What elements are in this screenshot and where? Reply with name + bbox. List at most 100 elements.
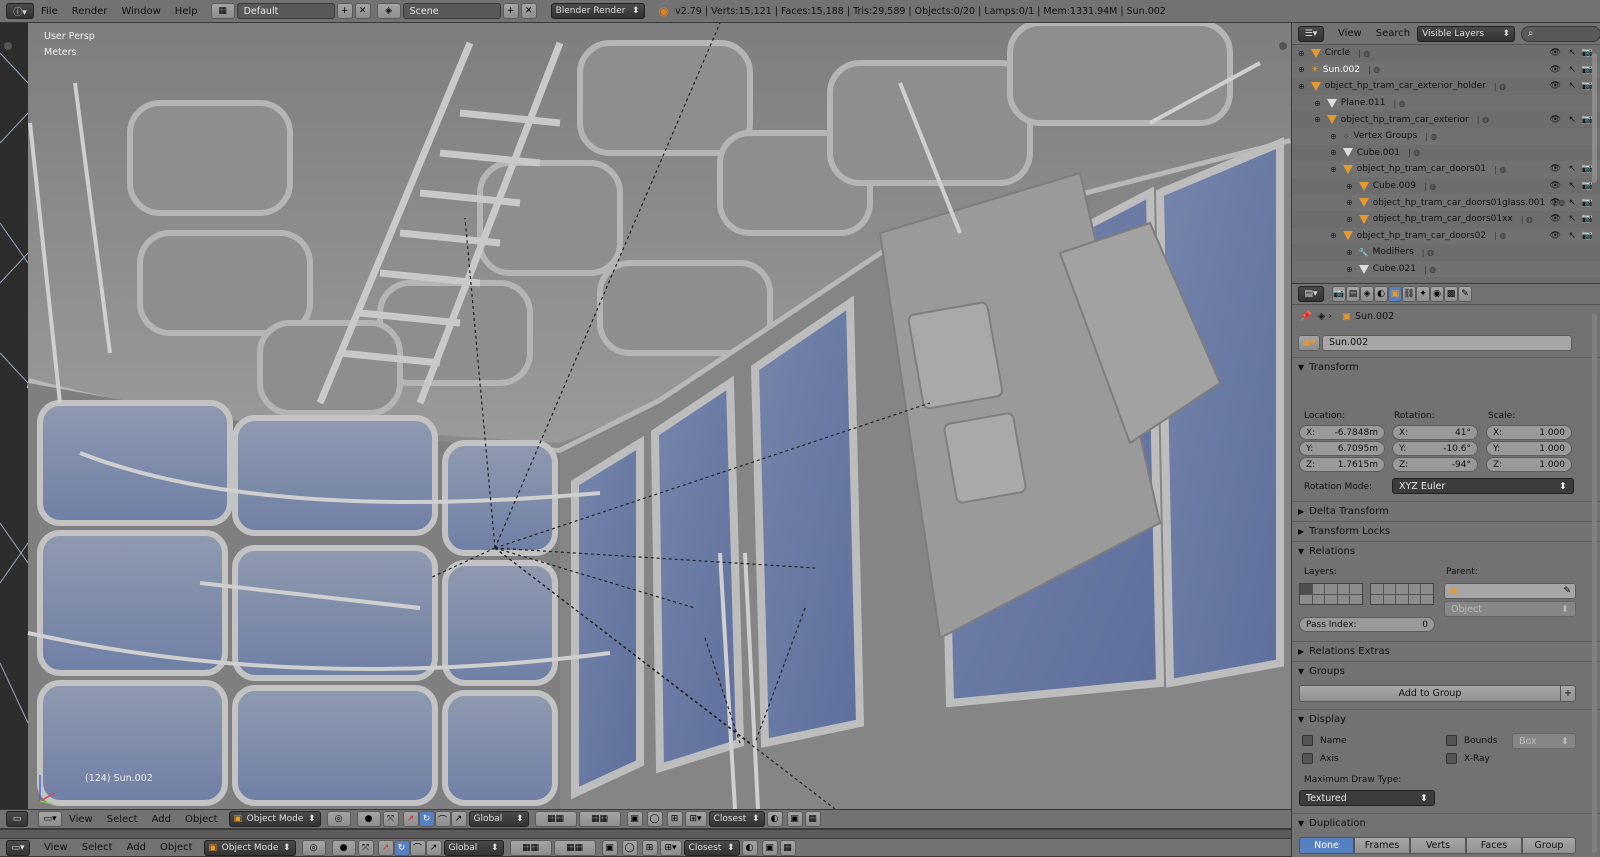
outliner-row[interactable]: ⊕ object_hp_tram_car_doors02 | ◍ 👁 ↖ 📷 — [1292, 227, 1600, 245]
material-tab-icon[interactable]: ◉ — [1430, 286, 1444, 302]
eye-icon[interactable]: 👁 — [1550, 164, 1561, 174]
scene-tab-icon[interactable]: ◈ — [1360, 286, 1374, 302]
world-tab-icon[interactable]: ◐ — [1374, 286, 1388, 302]
outliner-row[interactable]: ⊕ object_hp_tram_car_exterior_holder | ◍ 👁… — [1292, 78, 1600, 95]
rotation-y-field[interactable]: Y: -10.6° — [1392, 441, 1478, 456]
3d-viewport[interactable]: User Persp Meters (124) Sun.002 — [0, 23, 1291, 809]
bounds-type-select[interactable]: Box ⬍ — [1512, 733, 1576, 749]
outliner-row[interactable]: ⊕ Cube.009 | ◍ 👁 ↖ 📷 — [1292, 178, 1600, 195]
outliner-row[interactable]: ⊕ Cube.021 | ◍ — [1292, 260, 1600, 278]
camera-icon[interactable]: 📷 — [1582, 231, 1593, 241]
bottom-menu-add[interactable]: Add — [127, 842, 146, 853]
outliner-row[interactable]: ⊕ object_hp_tram_car_exterior | ◍ 👁 ↖ 📷 — [1292, 111, 1600, 128]
render-engine-select[interactable]: Blender Render ⬍ — [550, 3, 645, 19]
expand-toggle-icon[interactable]: ⊕ — [1314, 99, 1321, 108]
outliner-menu-view[interactable]: View — [1338, 28, 1362, 39]
eye-icon[interactable]: 👁 — [1550, 115, 1561, 125]
expand-toggle-icon[interactable]: ⊕ — [1330, 148, 1337, 157]
outliner-row[interactable]: ⊕ Plane.011 | ◍ — [1292, 94, 1600, 112]
location-z-field[interactable]: Z: 1.7615m — [1299, 457, 1385, 472]
rotate-manipulator[interactable]: ↻ — [418, 811, 435, 827]
outliner-row[interactable]: ⊕ ☀ Sun.002 | ◍ 👁 ↖ 📷 — [1292, 61, 1600, 79]
dupli-tab-group[interactable]: Group — [1522, 837, 1576, 854]
camera-icon[interactable]: 📷 — [1582, 214, 1593, 224]
bounds-checkbox[interactable] — [1446, 735, 1457, 746]
cursor-icon[interactable]: ↖ — [1568, 231, 1576, 241]
bottom-snap-target-select[interactable]: Closest ⬍ — [683, 839, 740, 856]
parent-type-select[interactable]: Object ⬍ — [1444, 601, 1576, 617]
outliner-row[interactable]: ⊕ 🔧 Modifiers | ◍ — [1292, 244, 1600, 261]
render-preview-button[interactable]: ▣ — [786, 811, 803, 827]
header-menu-select[interactable]: Select — [107, 814, 138, 825]
bottom-translate-manipulator[interactable]: ↗ — [377, 839, 394, 856]
bottom-menu-view[interactable]: View — [44, 842, 68, 853]
camera-icon[interactable]: 📷 — [1582, 181, 1593, 191]
bottom-orientation-extra[interactable]: ↗ — [425, 839, 442, 856]
shading-button[interactable]: ● — [356, 811, 381, 827]
expand-toggle-icon[interactable]: ⊕ — [1298, 82, 1305, 91]
bottom-shading-button[interactable]: ● — [331, 839, 356, 856]
properties-scrollbar[interactable] — [1592, 313, 1597, 853]
render-layers-tab-icon[interactable]: ▤ — [1346, 286, 1360, 302]
axis-checkbox[interactable] — [1302, 753, 1313, 764]
layers-grid-b[interactable]: ▦▦ — [578, 811, 621, 827]
outliner-row[interactable]: ⊕ object_hp_tram_car_doors01 | ◍ 👁 ↖ 📷 — [1292, 161, 1600, 178]
render-tab-icon[interactable]: 📷 — [1332, 286, 1346, 302]
add-group-plus-button[interactable]: + — [1560, 685, 1576, 702]
render-anim-button[interactable]: ▦ — [804, 811, 821, 827]
object-tab-icon[interactable]: ▣ — [1388, 286, 1402, 302]
snap-target-select[interactable]: Closest ⬍ — [708, 811, 765, 827]
rotation-z-field[interactable]: Z: -94° — [1392, 457, 1478, 472]
bottom-snap-toggle-button[interactable]: ⊞ — [641, 839, 658, 856]
pivot-button[interactable]: ◎ — [326, 811, 351, 827]
rotation-x-field[interactable]: X: 41° — [1392, 425, 1478, 440]
add-to-group-button[interactable]: Add to Group — [1299, 685, 1561, 702]
outliner-row[interactable]: ⊕ Circle | ◍ 👁 ↖ 📷 — [1292, 45, 1600, 62]
bottom-layers-grid-a[interactable]: ▦▦ — [509, 839, 552, 856]
cursor-icon[interactable]: ↖ — [1568, 115, 1576, 125]
bottom-render-preview-button[interactable]: ▣ — [761, 839, 778, 856]
rotation-mode-select[interactable]: XYZ Euler ⬍ — [1392, 478, 1574, 494]
object-name-field[interactable]: Sun.002 — [1322, 335, 1572, 351]
scene-selector-button[interactable]: ◈ — [376, 3, 401, 19]
object-datablock-button[interactable]: ▣▾ — [1298, 335, 1320, 351]
remove-layout-button[interactable]: ✕ — [354, 3, 371, 19]
cursor-icon[interactable]: ↖ — [1568, 214, 1576, 224]
texture-tab-icon[interactable]: ▩ — [1444, 286, 1458, 302]
outliner-row[interactable]: ⊕ object_hp_tram_car_doors01xx | ◍ 👁 ↖ 📷 — [1292, 211, 1600, 228]
view-menu-collapse-button[interactable]: ▭▾ — [38, 811, 62, 827]
transform-locks-panel-header[interactable]: ▶ Transform Locks — [1292, 521, 1600, 540]
translate-manipulator[interactable]: ↗ — [402, 811, 419, 827]
timeline-strip[interactable] — [0, 829, 1291, 838]
bottom-menu-object[interactable]: Object — [160, 842, 193, 853]
name-checkbox[interactable] — [1302, 735, 1313, 746]
header-menu-object[interactable]: Object — [185, 814, 218, 825]
proportional-button[interactable]: ◯ — [646, 811, 663, 827]
parent-field[interactable]: ▣ ✎ — [1444, 583, 1576, 599]
snap-element-button[interactable]: ⊞▾ — [684, 811, 707, 827]
bottom-proportional-button[interactable]: ◯ — [621, 839, 638, 856]
expand-toggle-icon[interactable]: ⊕ — [1346, 198, 1353, 207]
outliner-editor-type-button[interactable]: ☰▾ — [1298, 25, 1324, 42]
eye-icon[interactable]: 👁 — [1550, 198, 1561, 208]
menu-window[interactable]: Window — [121, 6, 160, 17]
camera-icon[interactable]: 📷 — [1582, 198, 1593, 208]
display-panel-header[interactable]: ▼ Display — [1292, 709, 1600, 728]
layers-grid-left[interactable] — [1299, 583, 1363, 605]
transform-panel-header[interactable]: ▼ Transform — [1292, 357, 1600, 376]
snap-toggle-button[interactable]: ⊞ — [666, 811, 683, 827]
cursor-icon[interactable]: ↖ — [1568, 164, 1576, 174]
bottom-render-anim-button[interactable]: ▦ — [779, 839, 796, 856]
outliner-search-input[interactable]: ⌕ — [1521, 25, 1600, 42]
relations-panel-header[interactable]: ▼ Relations — [1292, 541, 1600, 560]
eye-icon[interactable]: 👁 — [1550, 65, 1561, 75]
properties-editor-type-button[interactable]: ▤▾ — [1298, 286, 1324, 302]
expand-toggle-icon[interactable]: ⊕ — [1314, 115, 1321, 124]
outliner-scrollbar[interactable] — [1592, 53, 1597, 183]
scale-z-field[interactable]: Z: 1.000 — [1486, 457, 1572, 472]
header-menu-add[interactable]: Add — [152, 814, 171, 825]
eye-icon[interactable]: 👁 — [1550, 48, 1561, 58]
eye-icon[interactable]: 👁 — [1550, 214, 1561, 224]
scale-manipulator[interactable]: ⌒ — [434, 811, 451, 827]
editor-type-button[interactable]: ▭ — [6, 811, 28, 827]
